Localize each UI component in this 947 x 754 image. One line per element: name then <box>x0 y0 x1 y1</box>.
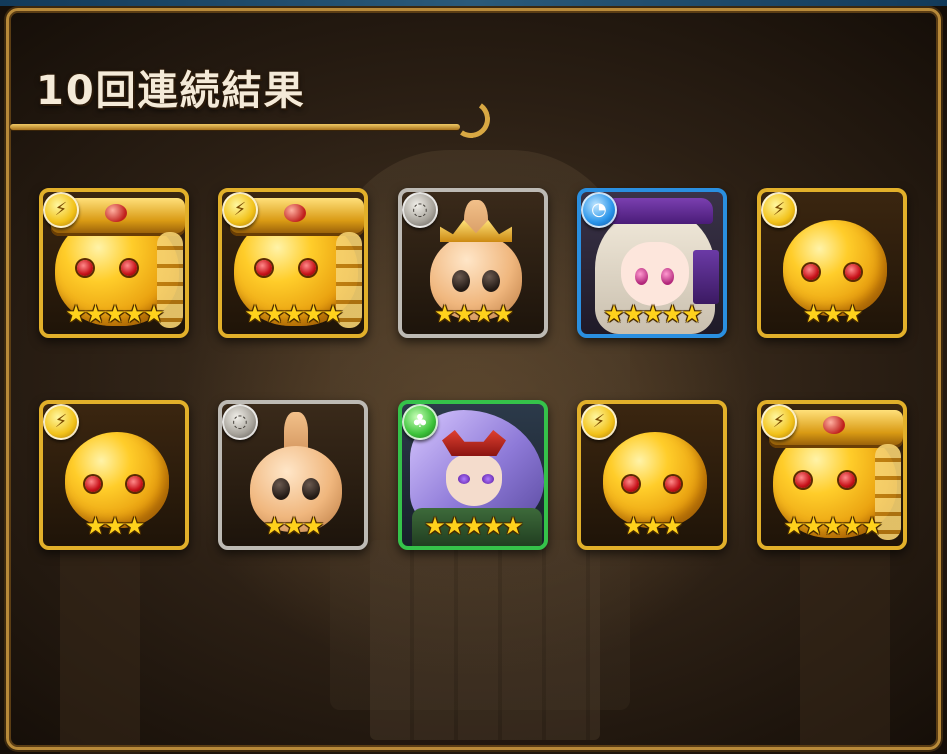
result-card-8[interactable]: ♣ ★★★★★ <box>398 400 548 550</box>
rarity-stars: ★★★★ <box>433 300 514 328</box>
result-card-3[interactable]: ◌ ★★★★ <box>398 188 548 338</box>
result-card-10[interactable]: ⚡ ★★★★★ <box>757 400 907 550</box>
lightning-icon: ⚡ <box>581 404 617 440</box>
rarity-stars: ★★★★★ <box>783 512 883 540</box>
lightning-icon: ⚡ <box>761 404 797 440</box>
result-card-6[interactable]: ⚡ ★★★ <box>39 400 189 550</box>
result-card-1[interactable]: ⚡ ★★★★★ <box>39 188 189 338</box>
lightning-icon: ⚡ <box>222 192 258 228</box>
lightning-icon: ⚡ <box>43 192 79 228</box>
title-underline <box>10 124 460 130</box>
result-card-2[interactable]: ⚡ ★★★★★ <box>218 188 368 338</box>
rarity-stars: ★★★★★ <box>244 300 344 328</box>
rarity-stars: ★★★ <box>84 512 146 540</box>
result-card-7[interactable]: ◌ ★★★ <box>218 400 368 550</box>
top-border <box>0 0 947 6</box>
water-swirl-icon: ◔ <box>581 192 617 228</box>
gacha-result-screen: 10回連続結果 ⚡ ★★★★★ ⚡ ★★★★★ ◌ ★★★★ ◔ ★★★★★ ⚡… <box>0 0 947 754</box>
lightning-icon: ⚡ <box>761 192 797 228</box>
result-card-5[interactable]: ⚡ ★★★ <box>757 188 907 338</box>
blank-orb-icon: ◌ <box>402 192 438 228</box>
rarity-stars: ★★★ <box>622 512 684 540</box>
page-title: 10回連続結果 <box>36 68 306 114</box>
rarity-stars: ★★★ <box>263 512 325 540</box>
result-card-9[interactable]: ⚡ ★★★ <box>577 400 727 550</box>
lightning-icon: ⚡ <box>43 404 79 440</box>
rarity-stars: ★★★★★ <box>65 300 165 328</box>
leaf-icon: ♣ <box>402 404 438 440</box>
blank-orb-icon: ◌ <box>222 404 258 440</box>
result-card-4[interactable]: ◔ ★★★★★ <box>577 188 727 338</box>
rarity-stars: ★★★ <box>802 300 864 328</box>
rarity-stars: ★★★★★ <box>603 300 703 328</box>
rarity-stars: ★★★★★ <box>424 512 524 540</box>
